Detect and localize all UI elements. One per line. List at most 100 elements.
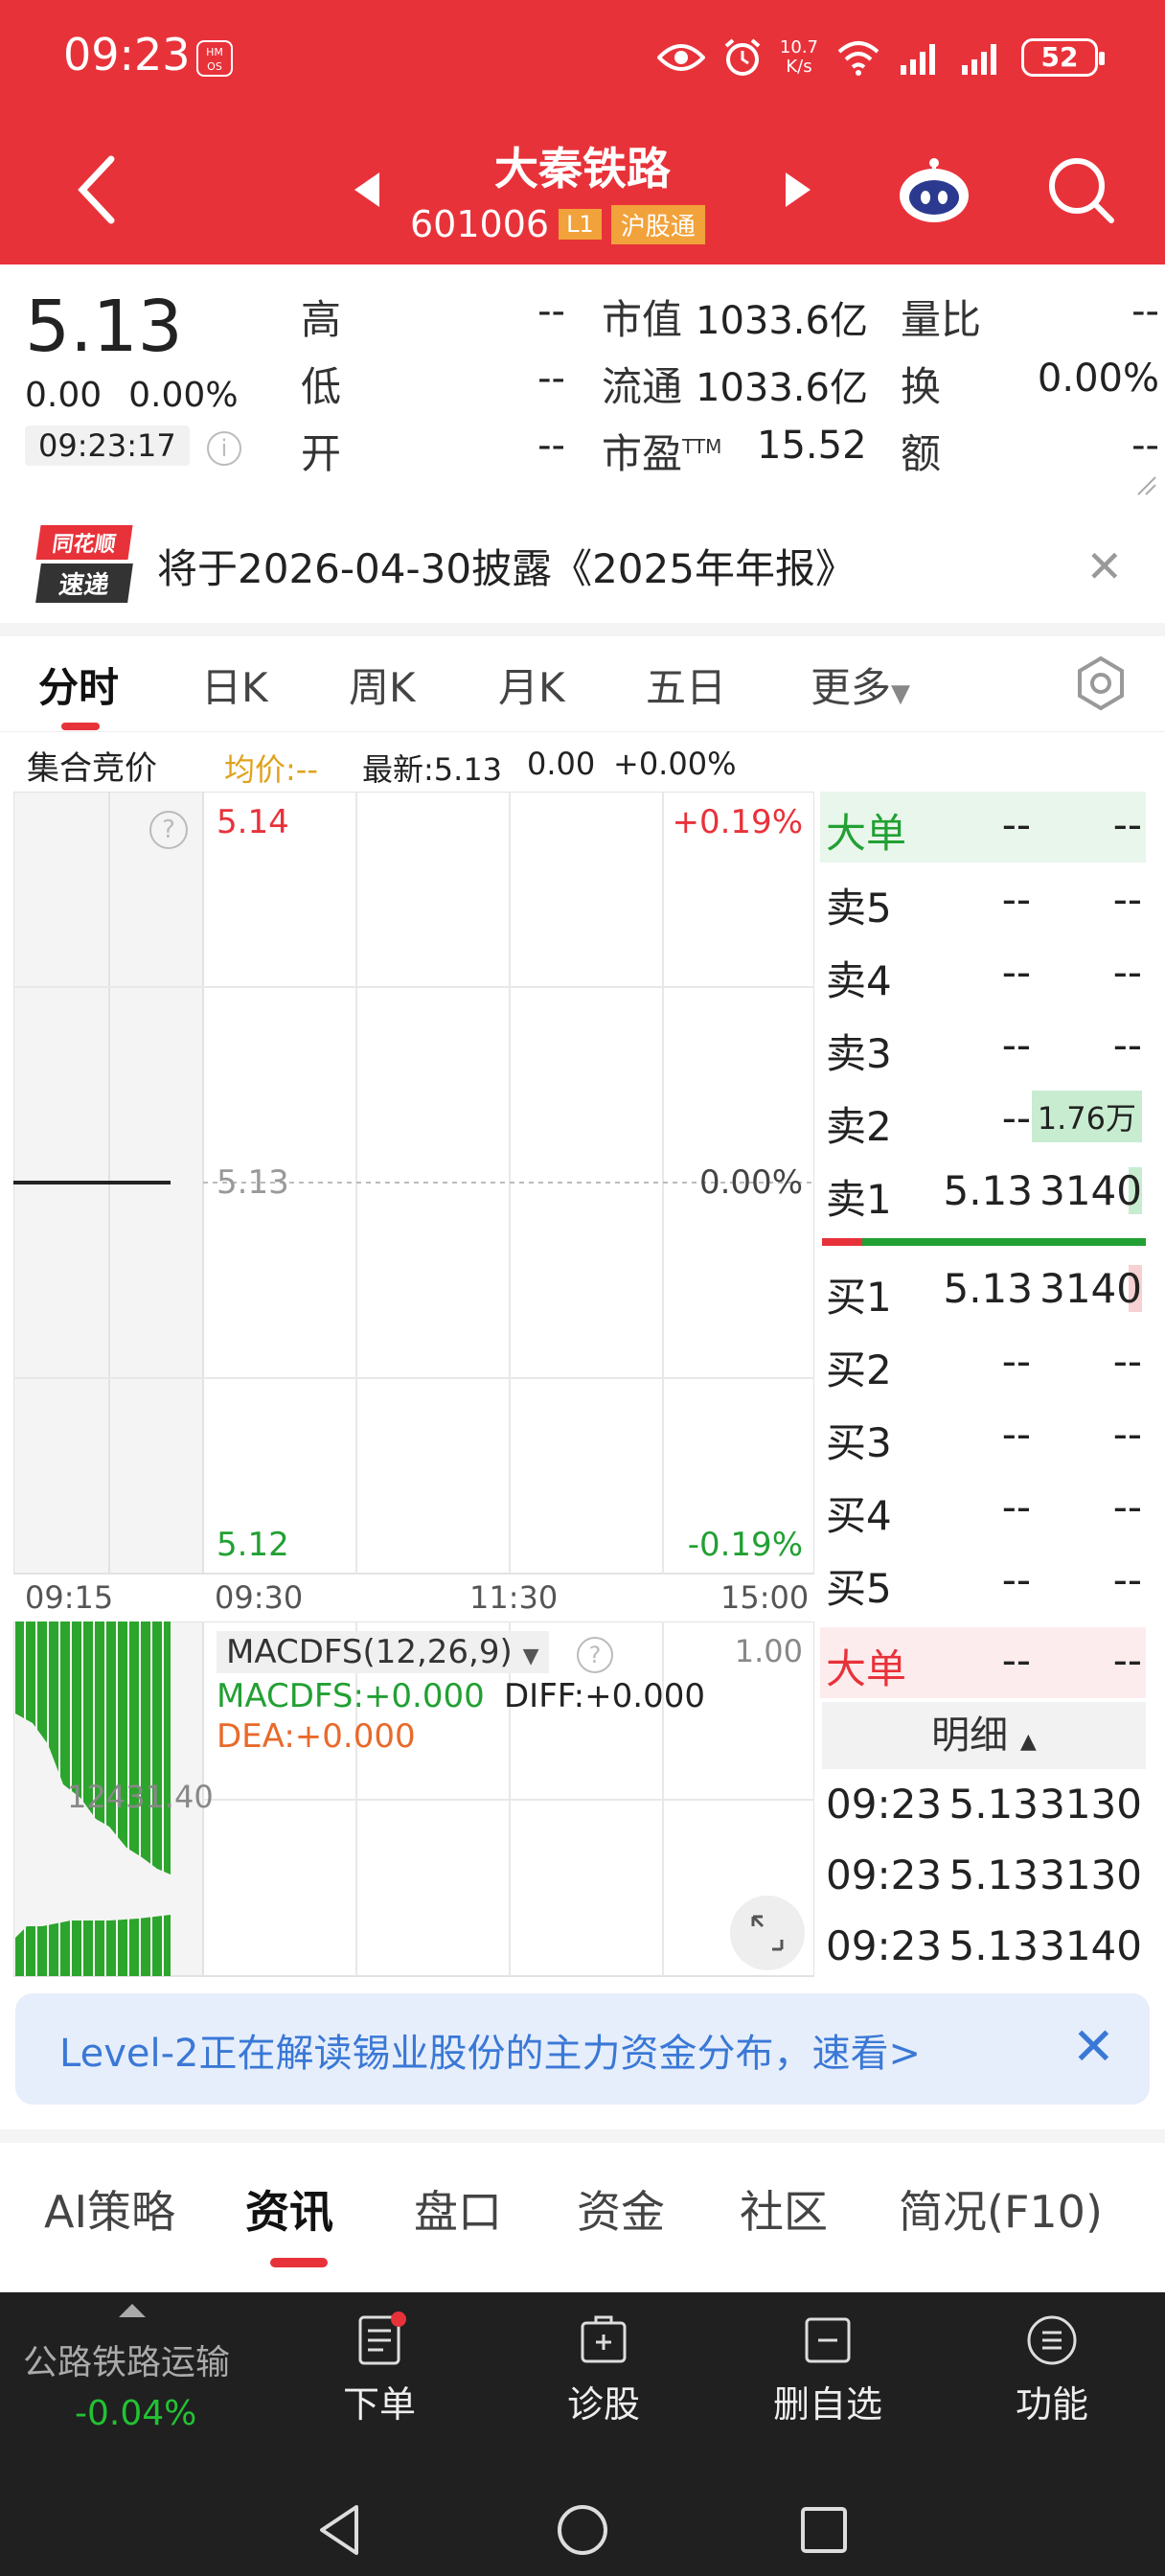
big-order-buy: 大单 -- -- bbox=[820, 1627, 1146, 1698]
macd-selector[interactable]: MACDFS(12,26,9) ▼ bbox=[217, 1631, 549, 1673]
signal-icon bbox=[901, 44, 935, 75]
tab-daily-k[interactable]: 日K bbox=[201, 656, 268, 714]
macd-scale-top: 1.00 bbox=[734, 1633, 803, 1669]
divider bbox=[0, 623, 1165, 636]
sector-change: -0.04% bbox=[75, 2394, 197, 2433]
intraday-info-bar: 集合竞价 均价:-- 最新:5.13 0.00 +0.00% bbox=[0, 738, 1165, 788]
intraday-chart[interactable]: ? 5.14 +0.19% 5.13 0.00% 5.12 -0.19% bbox=[13, 792, 814, 1576]
nav-recents-icon[interactable] bbox=[797, 2503, 851, 2557]
tab-more[interactable]: 更多▼ bbox=[811, 656, 910, 714]
diff-value: DIFF:+0.000 bbox=[504, 1677, 705, 1715]
ask-3[interactable]: 卖3 -- -- bbox=[820, 1012, 1146, 1083]
bid-ask-ratio-bar bbox=[822, 1238, 1146, 1246]
tab-ai-strategy[interactable]: AI策略 bbox=[44, 2177, 175, 2241]
title-bar: 大秦铁路 601006 L1 沪股通 bbox=[0, 125, 1165, 259]
ask-1[interactable]: 卖1 5.13 3140 bbox=[820, 1158, 1146, 1229]
tab-order-book[interactable]: 盘口 bbox=[414, 2177, 502, 2241]
y-high-price: 5.14 bbox=[217, 803, 289, 841]
latest-change: 0.00 bbox=[527, 746, 596, 782]
battery-icon: 52 bbox=[1021, 38, 1105, 77]
chart-tabs: 分时 日K 周K 月K 五日 更多▼ bbox=[0, 636, 1165, 732]
quote-timestamp: 09:23:17 bbox=[25, 426, 190, 466]
tab-f10[interactable]: 简况(F10) bbox=[899, 2177, 1103, 2241]
dropdown-icon: ▼ bbox=[522, 1644, 539, 1668]
header: 09:23 HM OS 10.7 K/s 52 大秦铁路 601006 L1 沪股… bbox=[0, 0, 1165, 264]
volume-label: 12431.40 bbox=[67, 1779, 214, 1815]
tab-fund-flow[interactable]: 资金 bbox=[577, 2177, 665, 2241]
trade-detail-header[interactable]: 明细 ▲ bbox=[822, 1702, 1146, 1769]
settings-icon[interactable] bbox=[1073, 656, 1129, 711]
turnover-label: 换 bbox=[901, 363, 942, 410]
search-icon[interactable] bbox=[1044, 153, 1117, 226]
tab-news[interactable]: 资讯 bbox=[245, 2177, 333, 2241]
info-icon[interactable]: i bbox=[207, 431, 241, 466]
y-mid-pct: 0.00% bbox=[698, 1163, 803, 1202]
banner-text[interactable]: Level-2正在解读锡业股份的主力资金分布，速看> bbox=[59, 2022, 921, 2078]
fullscreen-icon[interactable] bbox=[730, 1896, 805, 1970]
macd-chart[interactable]: 12431.40 MACDFS(12,26,9) ▼ ? 1.00 MACDFS… bbox=[13, 1622, 814, 1978]
expand-up-icon[interactable] bbox=[119, 2304, 146, 2317]
stock-code: 601006 bbox=[410, 203, 550, 245]
stock-code-row: 601006 L1 沪股通 bbox=[410, 203, 705, 245]
float-value: 1033.6亿 bbox=[696, 366, 868, 410]
order-button[interactable]: 下单 bbox=[303, 2312, 456, 2427]
ask-2[interactable]: 卖2 -- 1.76万 bbox=[820, 1085, 1146, 1156]
open-value: -- bbox=[537, 424, 565, 468]
remove-watchlist-button[interactable]: 删自选 bbox=[751, 2312, 904, 2427]
y-low-pct: -0.19% bbox=[687, 1526, 803, 1564]
notice-bar[interactable]: 同花顺 速递 将于2026-04-30披露《2025年年报》 ✕ bbox=[0, 504, 1165, 623]
bid-4[interactable]: 买4 -- -- bbox=[820, 1474, 1146, 1545]
volume-ratio-value: -- bbox=[1131, 289, 1159, 334]
tab-intraday[interactable]: 分时 bbox=[38, 656, 119, 714]
nav-back-icon[interactable] bbox=[312, 2501, 366, 2559]
expand-corner-icon[interactable] bbox=[1136, 475, 1157, 496]
pe-label: 市盈TTM bbox=[602, 430, 722, 477]
chart-canvas bbox=[13, 792, 814, 1575]
phase-label: 集合竞价 bbox=[27, 749, 157, 788]
sector-name[interactable]: 公路铁路运输 bbox=[23, 2334, 230, 2384]
diagnose-icon bbox=[581, 2315, 627, 2363]
close-icon[interactable]: ✕ bbox=[1085, 540, 1123, 592]
nav-home-icon[interactable] bbox=[554, 2501, 611, 2559]
last-price: 5.13 bbox=[25, 286, 183, 368]
ask-4[interactable]: 卖4 -- -- bbox=[820, 939, 1146, 1010]
remove-watchlist-icon bbox=[805, 2317, 851, 2363]
tab-five-day[interactable]: 五日 bbox=[646, 656, 726, 714]
level2-banner[interactable]: Level-2正在解读锡业股份的主力资金分布，速看> ✕ bbox=[15, 1993, 1150, 2104]
y-high-pct: +0.19% bbox=[672, 803, 804, 841]
bid-1[interactable]: 买1 5.13 3140 bbox=[820, 1255, 1146, 1326]
high-value: -- bbox=[537, 289, 565, 334]
help-icon[interactable]: ? bbox=[577, 1637, 613, 1673]
tab-weekly-k[interactable]: 周K bbox=[349, 656, 416, 714]
diagnose-button[interactable]: 诊股 bbox=[527, 2312, 680, 2427]
notice-text[interactable]: 将于2026-04-30披露《2025年年报》 bbox=[157, 537, 856, 595]
x-tick: 09:15 bbox=[25, 1579, 114, 1616]
level-badge: L1 bbox=[559, 209, 602, 240]
info-tabs: AI策略 资讯 盘口 资金 社区 简况(F10) bbox=[0, 2143, 1165, 2287]
ask-5[interactable]: 卖5 -- -- bbox=[820, 866, 1146, 937]
low-value: -- bbox=[537, 356, 565, 401]
amount-label: 额 bbox=[901, 430, 942, 477]
next-stock-icon[interactable] bbox=[786, 172, 811, 207]
tab-monthly-k[interactable]: 月K bbox=[498, 656, 565, 714]
tab-community[interactable]: 社区 bbox=[740, 2177, 828, 2241]
x-axis: 09:15 09:30 11:30 15:00 bbox=[0, 1579, 814, 1618]
close-icon[interactable]: ✕ bbox=[1072, 2016, 1115, 2077]
ai-robot-icon[interactable] bbox=[896, 155, 972, 226]
open-label: 开 bbox=[301, 430, 342, 477]
macdfs-value: MACDFS:+0.000 bbox=[217, 1677, 485, 1715]
signal-icon-2 bbox=[962, 44, 996, 75]
mcap-value: 1033.6亿 bbox=[696, 299, 868, 343]
net-speed: 10.7 K/s bbox=[779, 37, 818, 77]
bid-3[interactable]: 买3 -- -- bbox=[820, 1401, 1146, 1472]
bid-5[interactable]: 买5 -- -- bbox=[820, 1547, 1146, 1618]
menu-button[interactable]: 功能 bbox=[975, 2312, 1129, 2427]
bid-2[interactable]: 买2 -- -- bbox=[820, 1328, 1146, 1399]
avg-price: 均价:-- bbox=[224, 751, 318, 788]
order-book: 大单 -- -- 卖5 -- -- 卖4 -- -- 卖3 -- -- 卖2 -- 1.76万 … bbox=[820, 792, 1152, 1970]
ths-logo: 同花顺 速递 bbox=[35, 525, 133, 603]
y-mid-price: 5.13 bbox=[217, 1163, 289, 1202]
help-icon[interactable]: ? bbox=[149, 811, 188, 849]
x-tick: 15:00 bbox=[720, 1579, 810, 1616]
sort-up-icon: ▲ bbox=[1019, 1730, 1037, 1754]
